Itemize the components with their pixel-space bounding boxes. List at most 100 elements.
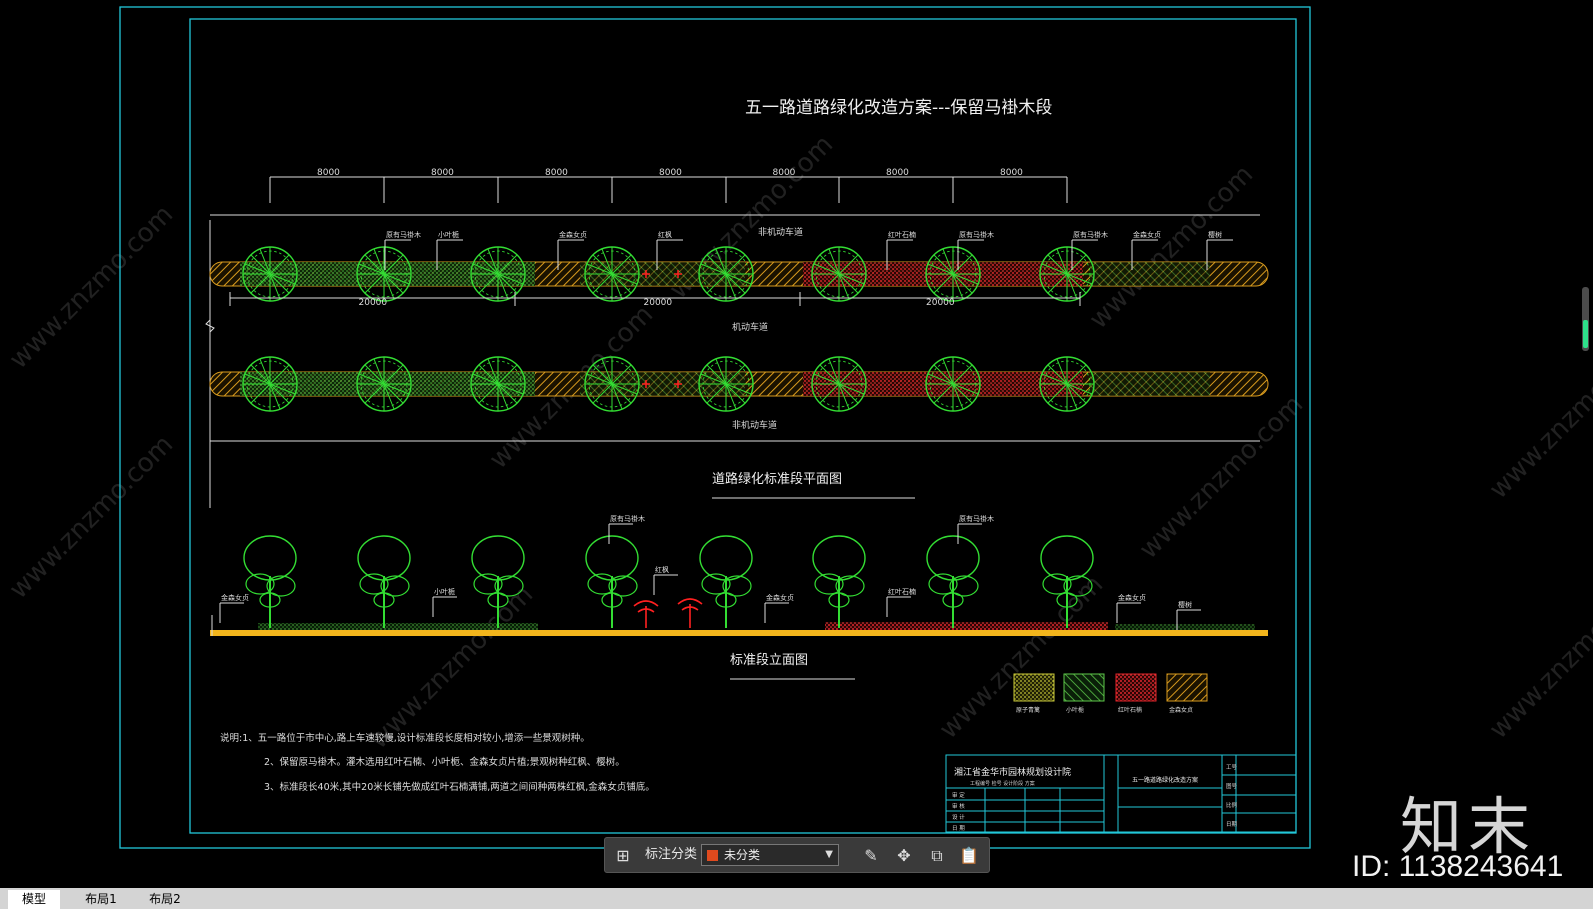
watermark-id: ID: 1138243641 [1352, 850, 1564, 883]
tree-plan-symbol [470, 356, 526, 412]
drawing-title: 五一路道路绿化改造方案---保留马褂木段 [745, 98, 1052, 118]
tree-plan-symbol [1039, 246, 1095, 302]
elevation-callout-label: 樱树 [1178, 600, 1192, 609]
copy-icon[interactable]: ⧉ [927, 846, 947, 866]
elevation-callout-label: 金森女贞 [221, 593, 249, 602]
tree-plan-symbol [698, 356, 754, 412]
title-block-right-label: 工号 [1226, 764, 1238, 771]
legend-swatch [1063, 673, 1105, 702]
elevation-callout-label: 红叶石楠 [888, 587, 916, 596]
lane-label-upper: 非机动车道 [758, 226, 803, 238]
dimension-text: 8000 [659, 168, 682, 178]
annotation-category-label: 标注分类 [645, 847, 698, 862]
title-block [945, 754, 1297, 833]
plan-callout-label: 原有马褂木 [959, 230, 994, 239]
watermark-text: www.znzmo.com [1134, 390, 1309, 565]
tree-elevation-symbol [585, 535, 639, 629]
plan-callout-label: 小叶栀 [438, 230, 459, 239]
plan-callout-label: 樱树 [1208, 230, 1222, 239]
dimension-text: 20000 [926, 298, 955, 308]
legend-label: 红叶石楠 [1118, 706, 1142, 714]
plan-callout-label: 红叶石楠 [888, 230, 916, 239]
category-color-swatch [707, 850, 718, 861]
dimension-text: 8000 [1000, 168, 1023, 178]
note-1: 说明:1、五一路位于市中心,路上车速较慢,设计标准段长度相对较小,增添一些景观树… [220, 732, 590, 744]
dimension-text: 20000 [644, 298, 673, 308]
tree-plan-symbol [925, 356, 981, 412]
watermark-text: www.znzmo.com [4, 430, 179, 605]
elevation-callout-label: 金森女贞 [766, 593, 794, 602]
tree-elevation-symbol [243, 535, 297, 629]
tree-plan-symbol [811, 356, 867, 412]
tab-layout1[interactable]: 布局1 [72, 890, 130, 909]
dimension-ticks: 8000 8000 8000 8000 8000 8000 8000 [269, 168, 1068, 203]
legend-label: 金森女贞 [1169, 706, 1193, 714]
elevation-trees [243, 535, 1094, 629]
plan-callout-label: 原有马褂木 [1073, 230, 1108, 239]
move-icon[interactable]: ✥ [894, 846, 914, 866]
title-block-company: 湘江省金华市园林规划设计院 [954, 766, 1071, 778]
tree-plan-symbol [356, 246, 412, 302]
edit-icon[interactable]: ✎ [861, 846, 881, 866]
legend-swatch [1115, 673, 1157, 702]
tree-plan-symbol [470, 246, 526, 302]
grid-icon[interactable]: ⊞ [613, 846, 633, 866]
chevron-down-icon: ▼ [825, 849, 833, 860]
elevation-callout-label: 原有马褂木 [959, 514, 994, 523]
dimension-text: 8000 [317, 168, 340, 178]
title-block-row-label: 审 定 [952, 791, 965, 799]
tree-plan-symbol [584, 356, 640, 412]
tree-elevation-symbol [926, 535, 980, 629]
tab-layout2[interactable]: 布局2 [136, 890, 194, 909]
plan-callout-label: 金森女贞 [559, 230, 587, 239]
scrollbar-thumb[interactable] [1583, 320, 1588, 348]
elevation-ground [210, 615, 1268, 636]
tree-plan-symbol [242, 356, 298, 412]
vertical-scrollbar[interactable] [1582, 287, 1589, 351]
lane-label-lower: 非机动车道 [732, 419, 777, 431]
dimension-text: 8000 [431, 168, 454, 178]
elevation-callout-label: 原有马褂木 [610, 514, 645, 523]
dimension-text: 8000 [773, 168, 796, 178]
tree-plan-symbol [356, 356, 412, 412]
elevation-title: 标准段立面图 [730, 653, 808, 668]
legend: 原子青篱 小叶栀 红叶石楠 金森女贞 [1013, 673, 1208, 714]
watermark-text: www.znzmo.com [1484, 570, 1593, 745]
tree-plan-symbol [811, 246, 867, 302]
legend-swatch [1166, 673, 1208, 702]
title-block-right-label: 日期 [1226, 821, 1238, 828]
annotation-category-select[interactable]: 未分类 ▼ [701, 844, 839, 866]
tree-plan-symbol [698, 246, 754, 302]
title-block-right-label: 图号 [1226, 782, 1238, 790]
tree-elevation-symbol [357, 535, 411, 629]
tree-plan-symbol [1039, 356, 1095, 412]
legend-label: 原子青篱 [1016, 706, 1040, 714]
paste-icon[interactable]: 📋 [959, 846, 979, 866]
lane-label-middle: 机动车道 [732, 321, 768, 333]
plan-callout-label: 金森女贞 [1133, 230, 1161, 239]
tree-plan-symbol [584, 246, 640, 302]
tree-plan-symbol [925, 246, 981, 302]
red-maple-elevation [633, 598, 703, 628]
legend-label: 小叶栀 [1066, 706, 1084, 714]
elevation-callout-label: 金森女贞 [1118, 593, 1146, 602]
legend-swatch [1013, 673, 1055, 702]
dimension-text: 8000 [886, 168, 909, 178]
tree-elevation-symbol [699, 535, 753, 629]
note-3: 3、标准段长40米,其中20米长铺先做成红叶石楠满铺,两道之间间种两株红枫,金森… [264, 781, 655, 793]
tab-model[interactable]: 模型 [8, 890, 60, 909]
dimension-text: 8000 [545, 168, 568, 178]
tree-elevation-symbol [812, 535, 866, 629]
title-block-sub: 工程编号 检号 设计阶段 方案 [970, 780, 1035, 787]
cad-drawing-canvas[interactable]: www.znzmo.com www.znzmo.com www.znzmo.com w… [0, 0, 1593, 888]
watermark-text: www.znzmo.com [1084, 160, 1259, 335]
outer-frame [119, 6, 1311, 849]
layout-tab-bar: 模型 布局1 布局2 [0, 888, 1593, 909]
watermark-text: www.znzmo.com [4, 200, 179, 375]
elevation-callout-label: 红枫 [655, 565, 669, 574]
watermark-text: www.znzmo.com [1484, 330, 1593, 505]
plan-callout-label: 原有马褂木 [386, 230, 421, 239]
title-block-right-label: 比例 [1226, 801, 1238, 809]
dimension-text: 20000 [359, 298, 388, 308]
note-2: 2、保留原马褂木。灌木选用红叶石楠、小叶栀、金森女贞片植;景观树种红枫、樱树。 [264, 756, 625, 768]
